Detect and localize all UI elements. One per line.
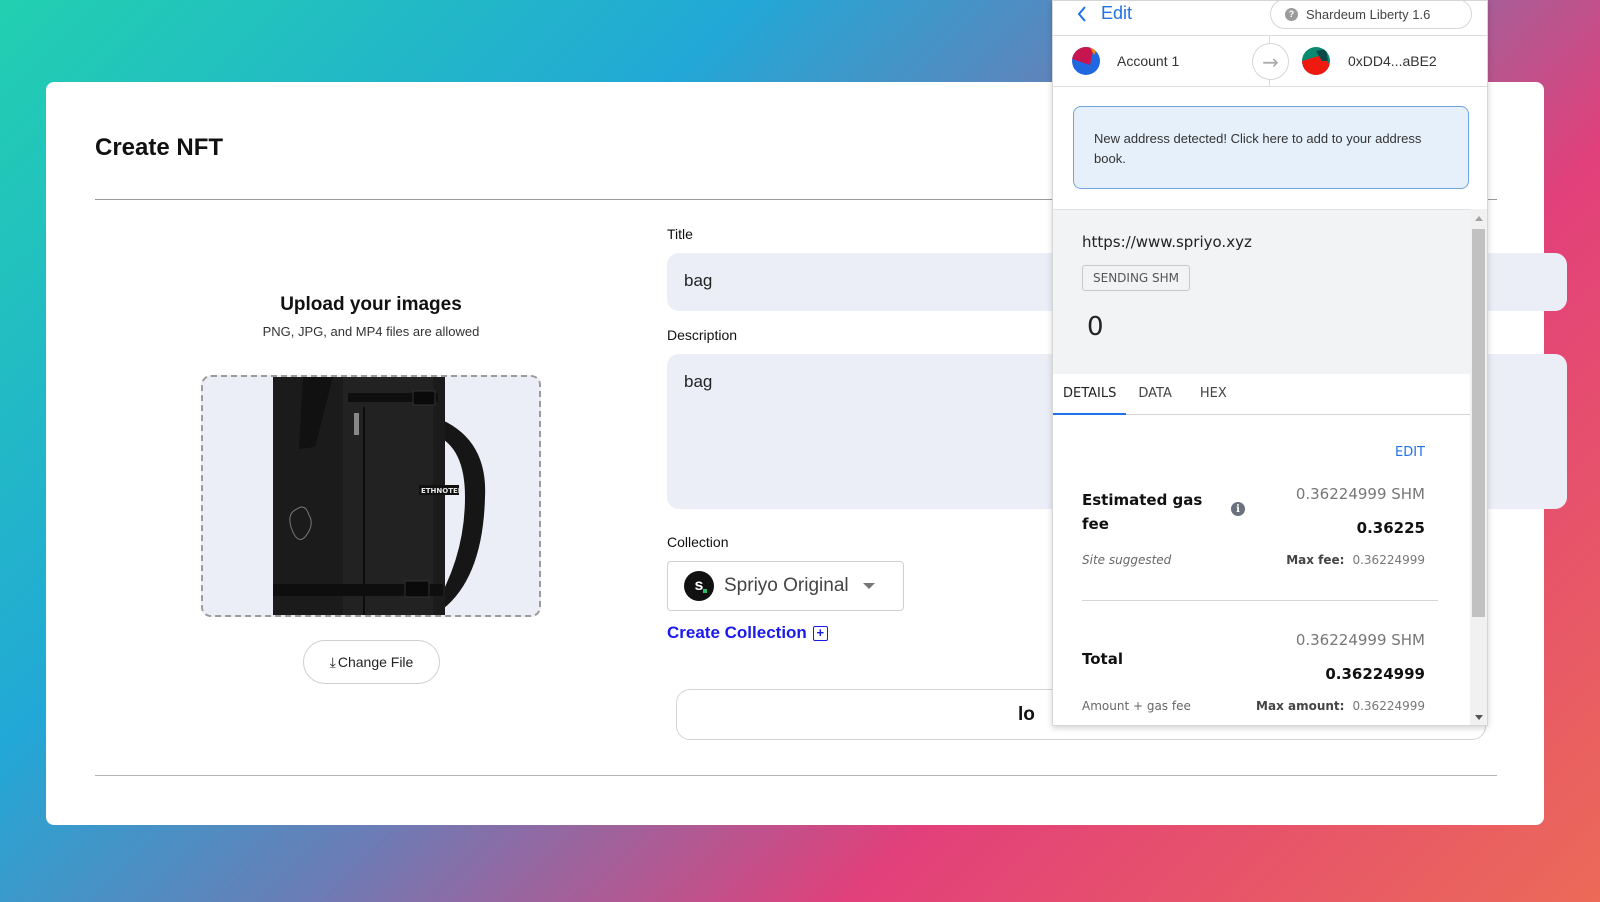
title-label: Title xyxy=(667,226,693,242)
question-icon: ? xyxy=(1285,7,1298,21)
action-badge: SENDING SHM xyxy=(1082,265,1191,291)
gas-fee-shm: 0.36224999 SHM xyxy=(1295,485,1425,503)
total-main: 0.36224999 xyxy=(1325,665,1425,683)
collection-label: Collection xyxy=(667,534,729,550)
tab-hex[interactable]: HEX xyxy=(1190,374,1237,415)
back-edit-button[interactable]: Edit xyxy=(1077,3,1132,24)
to-address: 0xDD4...aBE2 xyxy=(1348,53,1437,69)
scroll-up-icon[interactable] xyxy=(1475,216,1483,221)
popup-header: Edit ? Shardeum Liberty 1.6 xyxy=(1053,1,1487,29)
origin-url: https://www.spriyo.xyz xyxy=(1082,233,1252,251)
collection-logo: s xyxy=(684,571,714,601)
gas-fee-label: Estimated gas fee xyxy=(1082,491,1203,533)
collection-select[interactable]: s Spriyo Original xyxy=(667,561,904,611)
network-selector[interactable]: ? Shardeum Liberty 1.6 xyxy=(1270,1,1472,29)
plus-square-icon: + xyxy=(812,625,828,641)
gas-fee-note: Site suggested xyxy=(1082,553,1172,567)
change-file-button[interactable]: ⤓ Change File xyxy=(303,640,440,684)
footer-divider xyxy=(95,775,1497,776)
to-account-avatar xyxy=(1302,47,1330,75)
from-account-name: Account 1 xyxy=(1117,53,1180,69)
edit-gas-link[interactable]: EDIT xyxy=(1395,445,1425,460)
chevron-left-icon xyxy=(1077,5,1086,22)
total-shm: 0.36224999 SHM xyxy=(1295,631,1425,649)
scrollbar[interactable] xyxy=(1470,209,1487,725)
wallet-confirm-popup: Edit ? Shardeum Liberty 1.6 Account 1 → … xyxy=(1052,0,1488,726)
info-icon[interactable]: i xyxy=(1231,502,1245,516)
account-row: Account 1 → 0xDD4...aBE2 xyxy=(1053,35,1487,87)
scroll-down-icon[interactable] xyxy=(1475,715,1483,720)
change-file-label: Change File xyxy=(337,654,414,670)
brand-label: ETHNOTEK xyxy=(421,487,464,495)
description-label: Description xyxy=(667,327,738,343)
collection-select-value: Spriyo Original xyxy=(724,575,849,596)
page-title: Create NFT xyxy=(95,134,224,161)
from-account-avatar xyxy=(1072,47,1100,75)
arrow-right-icon: → xyxy=(1252,43,1289,80)
total-label: Total xyxy=(1082,650,1123,668)
upload-icon: ⤓ xyxy=(329,653,336,670)
total-note: Amount + gas fee xyxy=(1082,699,1191,713)
new-address-notice[interactable]: New address detected! Click here to add … xyxy=(1073,106,1469,189)
backpack-image: ETHNOTEK xyxy=(203,377,539,615)
chevron-down-icon xyxy=(862,583,875,589)
send-amount: 0 xyxy=(1087,312,1104,342)
max-fee: Max fee: 0.36224999 xyxy=(1286,553,1425,567)
scroll-thumb[interactable] xyxy=(1472,229,1485,617)
upload-title: Upload your images xyxy=(280,294,462,315)
max-amount: Max amount: 0.36224999 xyxy=(1256,699,1425,713)
tab-details[interactable]: DETAILS xyxy=(1053,374,1127,415)
details-tabs: DETAILS DATA HEX xyxy=(1053,374,1471,415)
upload-subtitle: PNG, JPG, and MP4 files are allowed xyxy=(262,324,480,339)
tab-data[interactable]: DATA xyxy=(1128,374,1182,415)
gas-fee-main: 0.36225 xyxy=(1356,519,1425,537)
transaction-summary: https://www.spriyo.xyz SENDING SHM 0 xyxy=(1053,209,1471,374)
image-dropzone[interactable]: ETHNOTEK xyxy=(201,375,541,617)
create-collection-link[interactable]: Create Collection + xyxy=(667,623,828,643)
section-divider xyxy=(1082,600,1438,601)
